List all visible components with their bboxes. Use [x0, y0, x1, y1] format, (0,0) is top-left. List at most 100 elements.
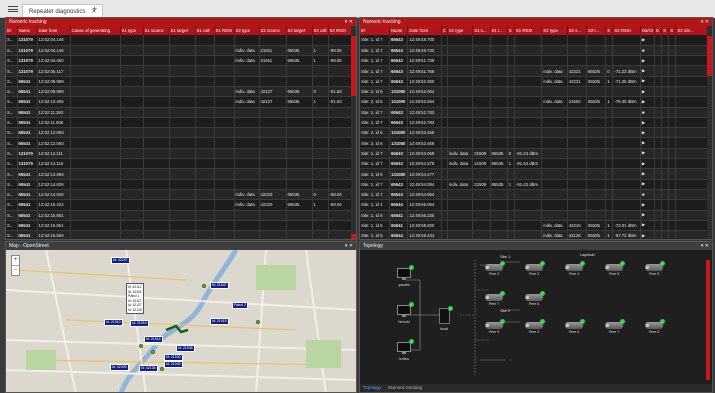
column-header[interactable]: S2 t...	[586, 26, 607, 35]
map-pin[interactable]	[151, 350, 155, 354]
right-vertical-scrollbar[interactable]	[707, 26, 712, 239]
column-header[interactable]: S2 type	[234, 26, 260, 35]
column-header[interactable]: Date from	[407, 26, 442, 35]
table-row[interactable]: Site: 1, id 7 65543 12:49:54.864 ■	[360, 189, 709, 201]
panel-controls[interactable]: ▾ ✕	[701, 242, 709, 250]
scrollbar-thumb[interactable]	[706, 260, 710, 380]
panel-controls[interactable]: ▾ ✕	[345, 242, 353, 250]
table-row[interactable]: S... 131079 12:52:04.146 indiv. data 21911 65…	[6, 45, 354, 57]
table-row[interactable]: Site: 1, id 7 65543 12:49:52.783 ■	[360, 107, 709, 118]
map-pin[interactable]	[256, 320, 260, 324]
map-marker-label[interactable]: Id: 21915	[210, 318, 229, 325]
panel-controls[interactable]: ▾ ✕	[701, 18, 709, 26]
panel-controls[interactable]: ▾ ✕	[345, 18, 353, 26]
peer-node[interactable]: Peer 9 ✓	[480, 319, 508, 334]
table-row[interactable]: S... 65541 12:52:12.093	[6, 127, 354, 139]
peer-node[interactable]: Peer 4 ✓	[560, 261, 588, 276]
zoom-out-button[interactable]: −	[12, 265, 19, 275]
table-row[interactable]: S... 65541 12:52:09.999	[6, 76, 354, 87]
left-vertical-scrollbar[interactable]	[351, 26, 356, 239]
map-marker-label[interactable]: Id: 21535	[176, 345, 195, 352]
column-header[interactable]: S1 RSSI	[514, 26, 543, 35]
peer-node[interactable]: Peer 8 ✓	[520, 291, 548, 306]
column-header[interactable]: S2 RSSI	[612, 26, 641, 35]
column-header[interactable]: ID	[360, 26, 390, 35]
table-row[interactable]: Site: 1, id 5 65544 12:49:59.434 indiv. dat…	[360, 230, 709, 239]
column-header[interactable]: S	[507, 26, 515, 35]
computer-node[interactable]: kotka	[390, 342, 418, 361]
map-marker-label[interactable]: Id: 21915	[130, 320, 149, 327]
hamburger-menu-icon[interactable]	[8, 6, 18, 12]
table-row[interactable]: Site: 2, id 6 131080 12:49:54.477 ▶	[360, 168, 709, 180]
table-row[interactable]: S... 65541 12:52:09.999 indiv. data 42127 655…	[6, 86, 354, 98]
tab-topology[interactable]: Topology	[363, 385, 381, 390]
column-header[interactable]: S	[668, 26, 677, 35]
column-header[interactable]: S1 call	[195, 26, 215, 35]
table-row[interactable]: S... 131079 12:52:04.146	[6, 35, 354, 46]
peer-node[interactable]: Peer 6 ✓	[640, 261, 668, 276]
table-row[interactable]: S... 65541 12:52:15.851	[6, 210, 354, 221]
table-row[interactable]: Site: 1, id 7 65543 12:49:53.069 indiv. dat…	[360, 148, 709, 160]
column-header[interactable]: S2 RSSI	[328, 26, 354, 35]
table-row[interactable]: Site: 1, id 7 65543 12:49:54.379 indiv. dat…	[360, 158, 709, 170]
table-row[interactable]: S... 65541 12:52:11.363	[6, 107, 354, 118]
topology-scrollbar[interactable]	[706, 260, 710, 380]
table-row[interactable]: Site: 1, id 7 65543 12:49:52.360 indiv. dat…	[360, 76, 709, 87]
column-header[interactable]: S2 type	[541, 26, 568, 35]
table-row[interactable]: S... 65541 12:52:15.851	[6, 220, 354, 232]
table-row[interactable]: Site: 1, id 7 65543 12:49:51.739 ▶	[360, 55, 709, 67]
map-marker-label[interactable]: Id: 21049	[164, 361, 183, 368]
column-header[interactable]: Da/Ot	[640, 26, 656, 35]
column-header[interactable]: Name	[389, 26, 409, 35]
column-header[interactable]: S2 source	[259, 26, 287, 35]
table-row[interactable]: Site: 1, id 7 65543 12:49:49.732 ■	[360, 45, 709, 57]
scrollbar-thumb[interactable]	[351, 36, 356, 96]
peer-node[interactable]: Peer 3 ✓	[520, 319, 548, 334]
table-row[interactable]: Site: 2, id 6 131080 12:49:52.564 indiv. da…	[360, 96, 709, 108]
map-marker-label[interactable]: Id: 21539	[164, 354, 183, 361]
map-marker-label[interactable]: Id: 42136	[139, 365, 158, 372]
peer-node[interactable]: Peer 2 ✓	[480, 261, 508, 276]
peer-node[interactable]: Peer 3 ✓	[520, 261, 548, 276]
column-header[interactable]: ID	[6, 26, 18, 35]
column-header[interactable]: S1 type	[447, 26, 474, 35]
table-row[interactable]: S... 65541 12:52:11.605	[6, 117, 354, 129]
table-row[interactable]: Site: 2, id 6 131080 12:49:53.469 ▶	[360, 137, 709, 149]
column-header[interactable]: D	[654, 26, 663, 35]
column-header[interactable]: S	[661, 26, 670, 35]
column-header[interactable]: S2 s...	[567, 26, 587, 35]
tab-numeric-tracking[interactable]: Numeric tracking	[388, 385, 422, 390]
table-row[interactable]: S... 65541 12:52:14.826 indiv. data 42220 655…	[6, 189, 354, 201]
column-header[interactable]: S1 RSSI	[214, 26, 235, 35]
table-row[interactable]: S... 131079 12:52:13.116	[6, 158, 354, 170]
column-header[interactable]: S2 target	[286, 26, 313, 35]
computer-node[interactable]: yaweb	[390, 268, 418, 287]
table-row[interactable]: S... 131079 12:52:05.117	[6, 65, 354, 77]
table-row[interactable]: S... 131079 12:52:04.450 indiv. data 21911 65…	[6, 55, 354, 67]
column-header[interactable]: S1 s...	[472, 26, 491, 35]
peer-node[interactable]: Peer 6 ✓	[560, 319, 588, 334]
map-marker-label[interactable]: Id: 21914	[144, 336, 163, 343]
column-header[interactable]: Cause of generating	[70, 26, 121, 35]
table-row[interactable]: S... 65541 12:52:13.993	[6, 168, 354, 180]
peer-node[interactable]: Peer 7 ✓	[480, 291, 508, 306]
table-row[interactable]: S... 65541 12:52:12.093	[6, 137, 354, 149]
peer-node[interactable]: Peer 5 ✓	[600, 261, 628, 276]
scrollbar-thumb[interactable]	[707, 36, 712, 76]
map-pin[interactable]	[160, 367, 164, 371]
column-header[interactable]: S	[605, 26, 614, 35]
table-row[interactable]: Site: 1, id 5 65541 12:49:56.330 ▶	[360, 210, 709, 221]
column-header[interactable]: S2 call	[312, 26, 329, 35]
table-row[interactable]: Site: 1, id 7 65543 12:49:48.700 ▶	[360, 35, 709, 46]
column-header[interactable]: S1 source	[143, 26, 170, 35]
column-header[interactable]: S1 t...	[490, 26, 508, 35]
table-row[interactable]: Site: 1, id 5 65541 12:49:58.200 indiv. dat…	[360, 220, 709, 232]
table-row[interactable]: S... 65541 12:52:15.424 indiv. data 42220 655…	[6, 199, 354, 211]
table-row[interactable]: S... 65541 12:52:16.559	[6, 230, 354, 239]
zoom-in-button[interactable]: +	[12, 256, 19, 265]
table-row[interactable]: Site: 1, id 7 65543 12:49:52.783 ▶	[360, 117, 709, 129]
computer-node[interactable]: hirecki	[390, 305, 418, 324]
peer-node[interactable]: Peer 8 ✓	[640, 319, 668, 334]
scroll-down-button[interactable]	[351, 234, 356, 239]
table-row[interactable]: S... 65541 12:52:10.405 indiv. data 42127 655…	[6, 96, 354, 108]
